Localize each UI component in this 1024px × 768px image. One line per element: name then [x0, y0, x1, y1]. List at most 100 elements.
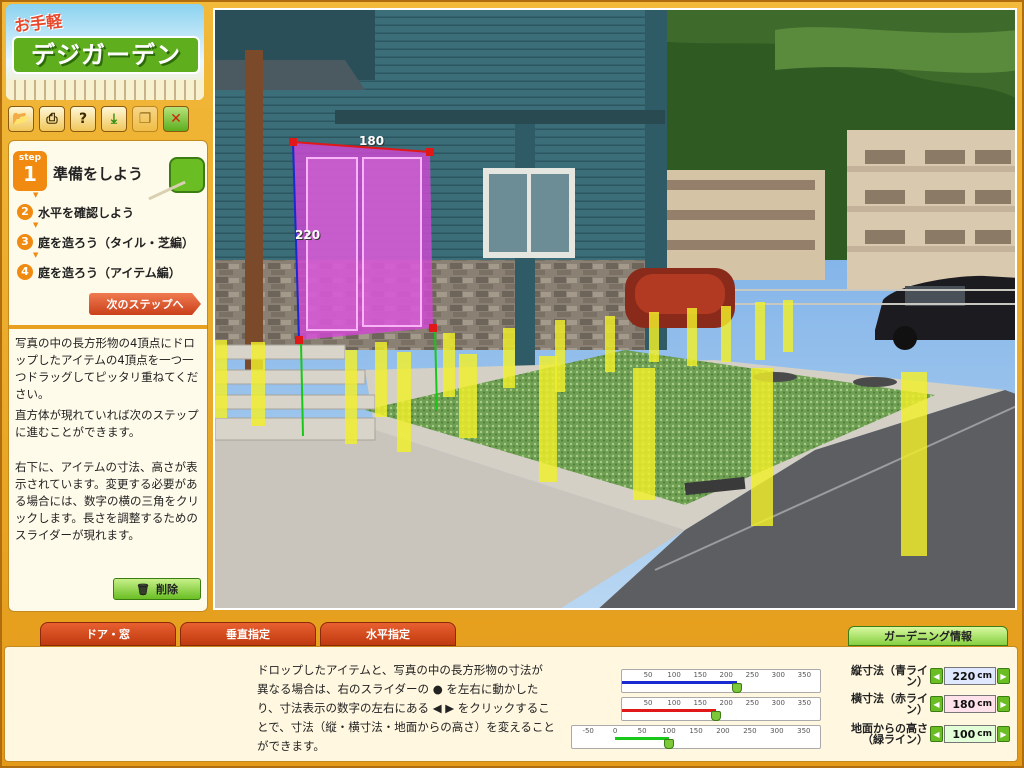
ruler-tick-label: 100: [662, 727, 676, 735]
width-row: 横寸法（赤ライン） ◀ 180 cm ▶: [838, 693, 1010, 715]
next-step-button[interactable]: 次のステップへ: [89, 293, 201, 315]
ruler-value-line: [622, 709, 716, 712]
tab-door-window[interactable]: ドア・窓: [40, 622, 176, 646]
ruler-tick-label: 0: [612, 727, 618, 735]
ruler-tick-label: 300: [770, 727, 784, 735]
item-height-label: 220: [295, 228, 321, 242]
ruler-tick-label: 150: [689, 727, 703, 735]
help-icon[interactable]: ?: [70, 106, 96, 132]
tape-measure-icon: [169, 157, 205, 193]
ruler-tick-label: 250: [745, 671, 759, 679]
step-number: 4: [17, 264, 33, 280]
ruler-tick-label: 300: [771, 699, 785, 707]
logo-fence: [6, 80, 204, 100]
decrease-arrow-icon[interactable]: ◀: [930, 696, 943, 712]
step-badge: step 1: [13, 151, 47, 191]
delete-button-label: 削除: [155, 583, 178, 596]
height-value-box: 220 cm: [944, 667, 996, 685]
gardening-info-button[interactable]: ガーデニング情報: [848, 626, 1008, 646]
ruler-tick-label: 200: [719, 671, 733, 679]
step-item-2[interactable]: 2 水平を確認しよう: [17, 191, 205, 223]
ruler-tick-label: 350: [797, 671, 812, 679]
ruler-tick-label: 150: [693, 671, 707, 679]
instruction-paragraph-1: 写真の中の長方形物の4頂点にドロップしたアイテムの4頂点を一つ一つドラッグしてピ…: [15, 336, 199, 401]
step-list: 2 水平を確認しよう 3 庭を造ろう（タイル・芝編） 4 庭を造ろう（アイテム編…: [17, 191, 205, 291]
folder-icon[interactable]: 📂: [8, 106, 34, 132]
increase-arrow-icon[interactable]: ▶: [997, 726, 1010, 742]
height-row: 縦寸法（青ライン） ◀ 220 cm ▶: [838, 665, 1010, 687]
ruler-value-line: [622, 681, 737, 684]
ruler-tick-label: 50: [643, 699, 653, 707]
decrease-arrow-icon[interactable]: ◀: [930, 726, 943, 742]
increase-arrow-icon[interactable]: ▶: [997, 668, 1010, 684]
width-label: 横寸法（赤ライン）: [851, 692, 928, 716]
elevation-value: 100: [952, 727, 976, 741]
logo-small-text: お手軽: [13, 11, 64, 36]
help-text: ドロップしたアイテムと、写真の中の長方形物の寸法が 異なる場合は、右のスライダー…: [257, 663, 555, 753]
trash-icon: 🗑: [136, 582, 150, 596]
height-label: 縦寸法（青ライン）: [851, 664, 928, 688]
step-label: 庭を造ろう（アイテム編）: [38, 265, 181, 280]
ruler-ticks: 50 100 150 200 250 300 350: [622, 699, 820, 709]
instruction-paragraph-2: 直方体が現れていれば次のステップに進むことができます。: [15, 408, 199, 439]
ruler-tick-label: 100: [667, 671, 681, 679]
slider-knob[interactable]: [731, 683, 742, 693]
ruler-tick-label: 200: [716, 727, 730, 735]
step-item-3[interactable]: 3 庭を造ろう（タイル・芝編）: [17, 221, 205, 253]
slider-knob[interactable]: [710, 711, 721, 721]
ruler-tick-label: 100: [667, 699, 681, 707]
tab-vertical[interactable]: 垂直指定: [180, 622, 316, 646]
decrease-arrow-icon[interactable]: ◀: [930, 668, 943, 684]
ruler-ticks: 50 100 150 200 250 300 350: [622, 671, 820, 681]
step-title: 準備をしよう: [53, 165, 144, 183]
ruler-tick-label: 250: [745, 699, 759, 707]
width-value: 180: [952, 697, 976, 711]
save-icon[interactable]: ⤓: [101, 106, 127, 132]
ruler-tick-label: 50: [637, 727, 647, 735]
app-logo: お手軽 デジガーデン: [6, 4, 204, 100]
ruler-tick-label: -50: [582, 727, 594, 735]
bottom-tabs: ドア・窓 垂直指定 水平指定: [40, 622, 456, 646]
photo-scene: [215, 10, 1015, 608]
logo-big-text: デジガーデン: [12, 36, 200, 74]
height-value: 220: [952, 669, 976, 683]
height-slider[interactable]: 50 100 150 200 250 300 350: [621, 669, 821, 693]
left-panel: お手軽 デジガーデン 📂 ⎙ ? ⤓ ❐ ✕ step 1 準備をしよう 2 水…: [4, 4, 208, 612]
tab-horizontal[interactable]: 水平指定: [320, 622, 456, 646]
step-number: 2: [17, 204, 33, 220]
elevation-label: 地面からの高さ（緑ライン）: [851, 722, 928, 746]
photo-canvas[interactable]: 180 220: [213, 8, 1017, 610]
ruler-tick-label: 300: [771, 671, 785, 679]
step-badge-number: 1: [23, 162, 37, 186]
window-icon[interactable]: ❐: [132, 106, 158, 132]
instruction-paragraph-3: 右下に、アイテムの寸法、高さが表示されています。変更する必要がある場合には、数字…: [15, 460, 199, 542]
increase-arrow-icon[interactable]: ▶: [997, 696, 1010, 712]
height-unit: cm: [977, 671, 992, 681]
ruler-tick-label: 200: [719, 699, 733, 707]
width-slider[interactable]: 50 100 150 200 250 300 350: [621, 697, 821, 721]
ruler-tick-label: 350: [797, 699, 812, 707]
step-label: 庭を造ろう（タイル・芝編）: [38, 235, 195, 250]
delete-button[interactable]: 🗑 削除: [113, 578, 201, 600]
slider-knob[interactable]: [664, 739, 675, 749]
step-number: 3: [17, 234, 33, 250]
divider: [9, 325, 207, 329]
elevation-unit: cm: [977, 729, 992, 739]
ruler-tick-label: 350: [797, 727, 811, 735]
elevation-slider[interactable]: -50 0 50 100 150 200 250 300 350: [571, 725, 821, 749]
item-width-label: 180: [359, 134, 385, 148]
width-unit: cm: [977, 699, 992, 709]
instruction-panel: step 1 準備をしよう 2 水平を確認しよう 3 庭を造ろう（タイル・芝編）…: [8, 140, 208, 612]
close-icon[interactable]: ✕: [163, 106, 189, 132]
elevation-row: 地面からの高さ（緑ライン） ◀ 100 cm ▶: [838, 723, 1010, 745]
ruler-tick-label: 50: [643, 671, 653, 679]
step-label: 水平を確認しよう: [38, 205, 135, 220]
ruler-tick-label: 150: [693, 699, 707, 707]
ruler-tick-label: 250: [743, 727, 757, 735]
ruler-value-line: [615, 737, 670, 740]
elevation-value-box: 100 cm: [944, 725, 996, 743]
step-item-4[interactable]: 4 庭を造ろう（アイテム編）: [17, 251, 205, 283]
toolbar: 📂 ⎙ ? ⤓ ❐ ✕: [8, 106, 204, 134]
width-value-box: 180 cm: [944, 695, 996, 713]
print-icon[interactable]: ⎙: [39, 106, 65, 132]
